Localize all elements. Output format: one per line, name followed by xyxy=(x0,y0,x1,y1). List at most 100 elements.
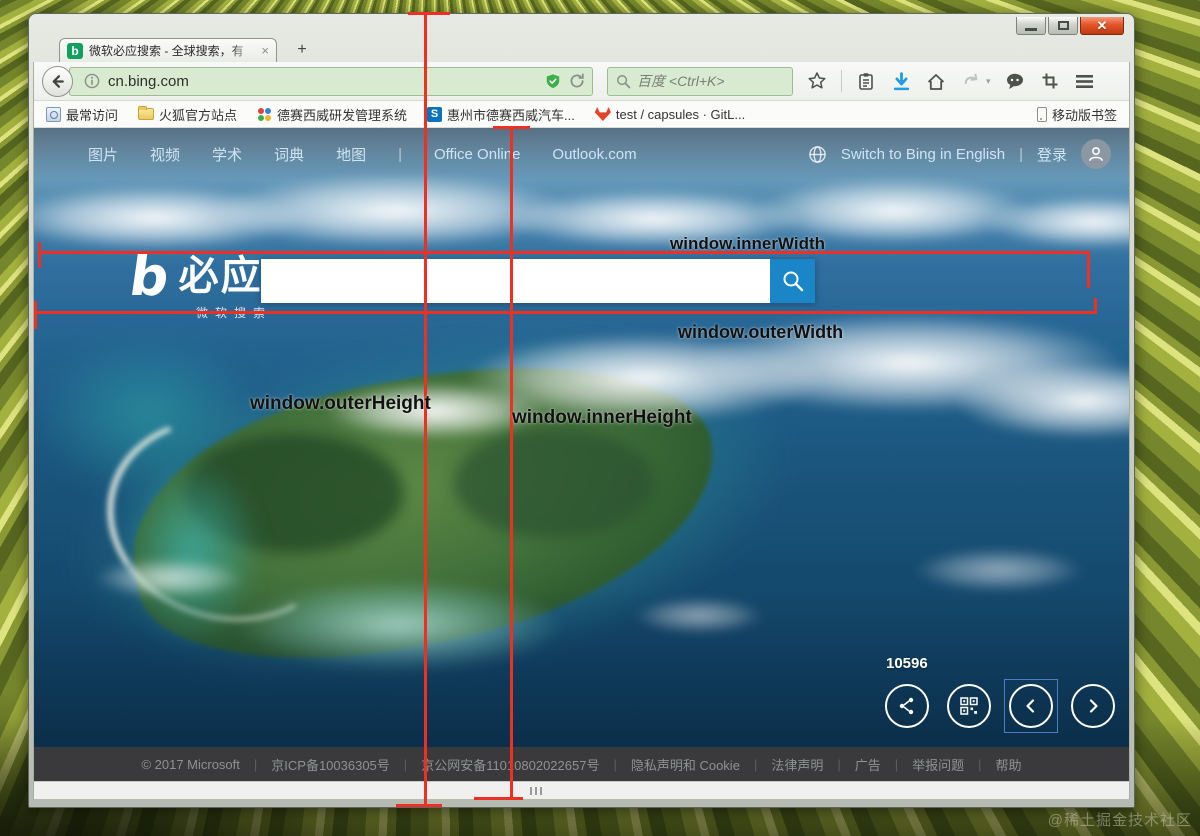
search-placeholder: 百度 <Ctrl+K> xyxy=(637,73,725,89)
bookmark-firefox-folder[interactable]: 火狐官方站点 xyxy=(138,105,237,124)
footer-icp-link[interactable]: 京ICP备10036305号 xyxy=(271,755,390,774)
hero-image xyxy=(34,128,1129,749)
menu-hamburger-icon[interactable] xyxy=(1074,70,1096,92)
outer-width-line-left-cap xyxy=(34,301,37,329)
screenshot-crop-icon[interactable] xyxy=(1039,70,1061,92)
library-icon[interactable] xyxy=(855,70,877,92)
footer-ads-link[interactable]: 广告 xyxy=(855,755,881,774)
bookmark-mobile[interactable]: 移动版书签 xyxy=(1036,105,1117,124)
switch-language-link[interactable]: Switch to Bing in English xyxy=(841,146,1005,163)
next-image-button[interactable] xyxy=(1071,684,1115,728)
outer-height-line-bottom-cap xyxy=(396,804,442,807)
browser-tab[interactable]: b 微软必应搜索 - 全球搜索，有 × xyxy=(59,38,277,62)
previous-image-focus-ring xyxy=(1004,679,1058,733)
nav-dictionary[interactable]: 词典 xyxy=(274,144,304,165)
horizontal-scrollbar[interactable] xyxy=(34,781,1129,799)
frequent-visits-icon xyxy=(46,106,61,122)
window-controls: ✕ xyxy=(1014,17,1124,35)
inner-height-line-bottom-cap xyxy=(474,797,523,800)
inner-height-line xyxy=(510,126,513,800)
watermark: @稀土掘金技术社区 xyxy=(1047,812,1192,829)
url-text[interactable]: cn.bing.com xyxy=(108,73,537,90)
scrollbar-grip[interactable] xyxy=(530,787,542,795)
reload-icon[interactable] xyxy=(569,73,585,89)
bookmark-label: 火狐官方站点 xyxy=(159,107,238,123)
bookmark-frequent-visits[interactable]: 最常访问 xyxy=(46,105,118,124)
gitlab-fox-icon xyxy=(594,107,611,121)
close-window-button[interactable]: ✕ xyxy=(1080,17,1124,35)
bookmark-label: 惠州市德赛西威汽车... xyxy=(447,107,575,123)
minimize-button[interactable] xyxy=(1016,17,1046,35)
bing-search-button[interactable] xyxy=(770,259,815,303)
colorful-dots-icon xyxy=(257,107,272,122)
bing-logo-name: 必应 xyxy=(178,254,263,298)
minimize-icon xyxy=(1025,28,1037,31)
folder-icon xyxy=(138,106,155,120)
back-arrow-icon xyxy=(49,73,66,90)
qr-code-button[interactable] xyxy=(947,684,991,728)
footer-separator: | xyxy=(753,756,758,772)
nav-images[interactable]: 图片 xyxy=(88,144,118,165)
downloads-icon[interactable] xyxy=(890,70,912,92)
nav-maps[interactable]: 地图 xyxy=(336,144,366,165)
back-button[interactable] xyxy=(42,65,73,97)
nav-academic[interactable]: 学术 xyxy=(212,144,242,165)
nav-divider: | xyxy=(1019,145,1023,163)
bookmark-sharepoint[interactable]: S 惠州市德赛西威汽车... xyxy=(427,105,575,124)
inner-width-label: window.innerWidth xyxy=(670,234,826,253)
inner-height-label: window.innerHeight xyxy=(512,407,692,428)
browser-chrome: cn.bing.com 百度 <Ctrl+K> ▾ 最常访问 火狐官方站点 德赛… xyxy=(33,62,1130,128)
chat-bubble-icon[interactable] xyxy=(1004,70,1026,92)
search-icon xyxy=(616,74,631,89)
outer-height-line-top-cap xyxy=(408,12,450,15)
maximize-button[interactable] xyxy=(1048,17,1078,35)
nav-outlook[interactable]: Outlook.com xyxy=(552,146,636,163)
search-magnifier-icon xyxy=(781,269,805,293)
share-button[interactable] xyxy=(885,684,929,728)
page-viewport: 图片 视频 学术 词典 地图 | Office Online Outlook.c… xyxy=(33,128,1130,799)
nav-videos[interactable]: 视频 xyxy=(150,144,180,165)
bookmark-desay-rd[interactable]: 德赛西威研发管理系统 xyxy=(257,105,407,124)
site-info-icon[interactable] xyxy=(84,73,100,89)
bookmarks-bar: 最常访问 火狐官方站点 德赛西威研发管理系统 S 惠州市德赛西威汽车... te… xyxy=(34,101,1129,128)
sharepoint-icon: S xyxy=(427,106,443,122)
bookmark-star-icon[interactable] xyxy=(806,70,828,92)
bookmark-label: 最常访问 xyxy=(66,107,119,123)
bing-search-input[interactable] xyxy=(261,259,770,303)
browser-search-box[interactable]: 百度 <Ctrl+K> xyxy=(607,66,793,96)
toolbar-icons: ▾ xyxy=(806,70,1096,92)
outer-width-line-right-cap xyxy=(1094,298,1097,314)
footer-separator: | xyxy=(894,756,899,772)
footer-help-link[interactable]: 帮助 xyxy=(996,755,1022,774)
bookmark-gitlab[interactable]: test / capsules · GitL... xyxy=(594,107,745,122)
bookmark-label: 德赛西威研发管理系统 xyxy=(277,107,408,123)
nav-divider: | xyxy=(398,145,402,163)
tab-strip: b 微软必应搜索 - 全球搜索，有 × + xyxy=(29,36,1134,62)
previous-image-button[interactable] xyxy=(1009,684,1053,728)
footer-feedback-link[interactable]: 举报问题 xyxy=(912,755,964,774)
footer-separator: | xyxy=(978,756,982,772)
outer-width-line xyxy=(36,311,1097,314)
bing-search-area xyxy=(261,259,815,303)
tab-close-icon[interactable]: × xyxy=(261,44,269,57)
sign-in-link[interactable]: 登录 xyxy=(1037,144,1067,165)
outer-height-label: window.outerHeight xyxy=(250,393,431,414)
avatar[interactable] xyxy=(1081,139,1111,169)
home-icon[interactable] xyxy=(925,70,947,92)
footer-privacy-link[interactable]: 隐私声明和 Cookie xyxy=(631,755,740,774)
shield-icon[interactable] xyxy=(545,73,561,90)
desktop-background: ✕ b 微软必应搜索 - 全球搜索，有 × + cn.bing.com 百度 <… xyxy=(0,0,1200,836)
maximize-icon xyxy=(1057,21,1069,30)
footer-separator: | xyxy=(403,756,408,772)
inner-height-line-top-cap xyxy=(493,126,530,129)
nav-office-online[interactable]: Office Online xyxy=(434,146,520,163)
footer-copyright: © 2017 Microsoft xyxy=(141,756,240,772)
new-tab-button[interactable]: + xyxy=(287,40,317,61)
url-bar[interactable]: cn.bing.com xyxy=(69,66,593,96)
sync-dropdown-icon[interactable]: ▾ xyxy=(986,76,991,87)
navigation-toolbar: cn.bing.com 百度 <Ctrl+K> ▾ xyxy=(34,62,1129,101)
bing-nav-bar: 图片 视频 学术 词典 地图 | Office Online Outlook.c… xyxy=(34,128,1129,180)
inner-width-line xyxy=(40,251,1089,254)
footer-legal-link[interactable]: 法律声明 xyxy=(771,755,823,774)
sync-icon[interactable] xyxy=(960,70,982,92)
